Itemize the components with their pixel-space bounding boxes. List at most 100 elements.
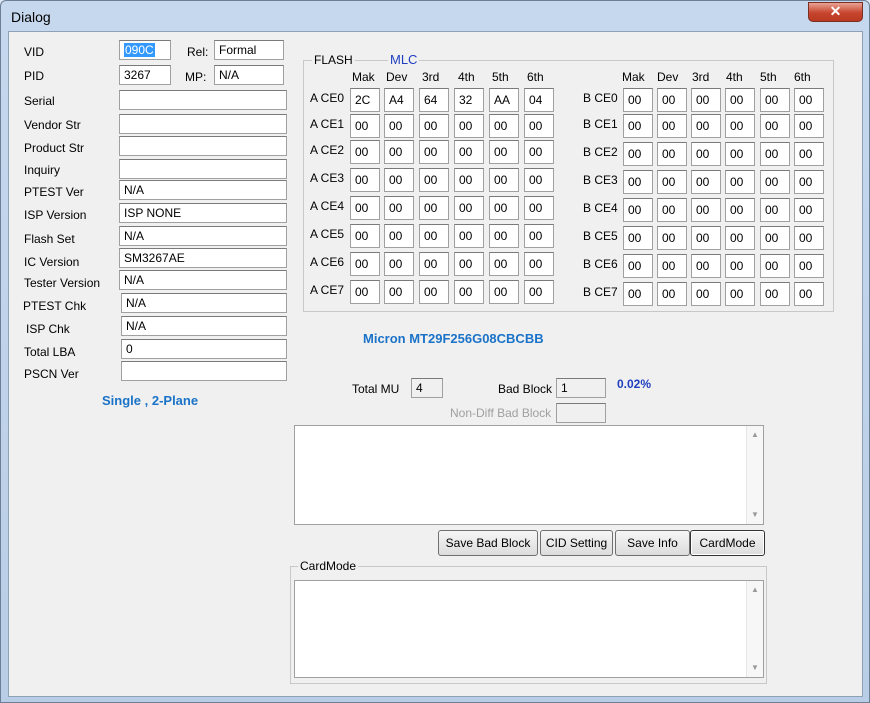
flash-id-cell[interactable]: 00 [657, 114, 687, 138]
flash-id-cell[interactable]: 00 [760, 282, 790, 306]
flash-id-cell[interactable]: 00 [419, 252, 449, 276]
flash-id-cell[interactable]: 00 [657, 198, 687, 222]
flash-id-cell[interactable]: 00 [384, 224, 414, 248]
flash-id-cell[interactable]: 00 [794, 114, 824, 138]
flash-id-cell[interactable]: 00 [691, 282, 721, 306]
log-textarea[interactable]: ▲ ▼ [294, 425, 764, 525]
flash-id-cell[interactable]: 00 [489, 114, 519, 138]
flash-id-cell[interactable]: 00 [524, 114, 554, 138]
flash-id-cell[interactable]: 00 [657, 88, 687, 112]
flash-id-cell[interactable]: 00 [524, 168, 554, 192]
flash-id-cell[interactable]: 00 [691, 254, 721, 278]
flash-id-cell[interactable]: A4 [384, 88, 414, 112]
flash-id-cell[interactable]: 2C [350, 88, 380, 112]
save-bad-block-button[interactable]: Save Bad Block [438, 530, 538, 556]
flash-id-cell[interactable]: 00 [657, 226, 687, 250]
flash-id-cell[interactable]: 00 [623, 198, 653, 222]
flash-id-cell[interactable]: 00 [623, 282, 653, 306]
flash-id-cell[interactable]: 00 [623, 142, 653, 166]
info-row-field[interactable]: N/A [119, 180, 287, 200]
flash-id-cell[interactable]: 00 [454, 140, 484, 164]
flash-id-cell[interactable]: 00 [725, 254, 755, 278]
flash-id-cell[interactable]: 00 [691, 142, 721, 166]
log-scrollbar[interactable]: ▲ ▼ [746, 426, 763, 524]
flash-id-cell[interactable]: 64 [419, 88, 449, 112]
info-row-field[interactable]: N/A [121, 293, 287, 313]
info-row-field[interactable] [119, 114, 287, 134]
flash-id-cell[interactable]: 00 [657, 142, 687, 166]
flash-id-cell[interactable]: 00 [691, 170, 721, 194]
flash-id-cell[interactable]: 00 [350, 224, 380, 248]
flash-id-cell[interactable]: 00 [760, 170, 790, 194]
flash-id-cell[interactable]: 00 [794, 282, 824, 306]
info-row-field[interactable]: N/A [119, 226, 287, 246]
flash-id-cell[interactable]: 00 [489, 168, 519, 192]
save-info-button[interactable]: Save Info [615, 530, 690, 556]
flash-id-cell[interactable]: 00 [725, 114, 755, 138]
info-row-field[interactable]: SM3267AE [119, 248, 287, 268]
info-row-field[interactable]: N/A [121, 316, 287, 336]
flash-id-cell[interactable]: 32 [454, 88, 484, 112]
flash-id-cell[interactable]: 00 [794, 198, 824, 222]
flash-id-cell[interactable]: 00 [350, 280, 380, 304]
info-row-field[interactable]: 0 [121, 339, 287, 359]
flash-id-cell[interactable]: 00 [794, 226, 824, 250]
scroll-up-icon[interactable]: ▲ [747, 428, 763, 442]
flash-id-cell[interactable]: 00 [384, 252, 414, 276]
flash-id-cell[interactable]: 00 [725, 282, 755, 306]
flash-id-cell[interactable]: 00 [350, 196, 380, 220]
info-row-field[interactable] [119, 159, 287, 179]
flash-id-cell[interactable]: 00 [657, 254, 687, 278]
flash-id-cell[interactable]: 00 [725, 198, 755, 222]
flash-id-cell[interactable]: 00 [419, 168, 449, 192]
flash-id-cell[interactable]: 00 [350, 168, 380, 192]
info-row-field[interactable] [119, 90, 287, 110]
mp-field[interactable]: N/A [214, 65, 284, 85]
flash-id-cell[interactable]: 00 [419, 280, 449, 304]
flash-id-cell[interactable]: 04 [524, 88, 554, 112]
pid-field[interactable]: 3267 [119, 65, 171, 85]
flash-id-cell[interactable]: 00 [623, 114, 653, 138]
flash-id-cell[interactable]: 00 [760, 88, 790, 112]
rel-field[interactable]: Formal [214, 40, 284, 60]
info-row-field[interactable] [119, 136, 287, 156]
flash-id-cell[interactable]: 00 [657, 282, 687, 306]
flash-id-cell[interactable]: 00 [725, 170, 755, 194]
info-row-field[interactable] [121, 361, 287, 381]
cardmode-scrollbar[interactable]: ▲ ▼ [746, 581, 763, 677]
flash-id-cell[interactable]: 00 [454, 168, 484, 192]
flash-id-cell[interactable]: 00 [794, 170, 824, 194]
flash-id-cell[interactable]: 00 [384, 168, 414, 192]
flash-id-cell[interactable]: 00 [691, 88, 721, 112]
flash-id-cell[interactable]: 00 [760, 142, 790, 166]
flash-id-cell[interactable]: 00 [350, 252, 380, 276]
flash-id-cell[interactable]: 00 [384, 280, 414, 304]
flash-id-cell[interactable]: 00 [794, 254, 824, 278]
scroll-down-icon[interactable]: ▼ [747, 508, 763, 522]
flash-id-cell[interactable]: 00 [489, 140, 519, 164]
card-mode-button[interactable]: CardMode [690, 530, 765, 556]
flash-id-cell[interactable]: 00 [454, 280, 484, 304]
flash-id-cell[interactable]: 00 [454, 196, 484, 220]
flash-id-cell[interactable]: 00 [384, 196, 414, 220]
flash-id-cell[interactable]: 00 [725, 226, 755, 250]
flash-id-cell[interactable]: 00 [350, 140, 380, 164]
flash-id-cell[interactable]: AA [489, 88, 519, 112]
flash-id-cell[interactable]: 00 [623, 254, 653, 278]
info-row-field[interactable]: ISP NONE [119, 203, 287, 223]
scroll-down-icon[interactable]: ▼ [747, 661, 763, 675]
flash-id-cell[interactable]: 00 [419, 140, 449, 164]
flash-id-cell[interactable]: 00 [489, 252, 519, 276]
flash-id-cell[interactable]: 00 [623, 170, 653, 194]
flash-id-cell[interactable]: 00 [623, 226, 653, 250]
flash-id-cell[interactable]: 00 [725, 88, 755, 112]
flash-id-cell[interactable]: 00 [489, 196, 519, 220]
flash-id-cell[interactable]: 00 [760, 198, 790, 222]
flash-id-cell[interactable]: 00 [725, 142, 755, 166]
cid-setting-button[interactable]: CID Setting [540, 530, 613, 556]
flash-id-cell[interactable]: 00 [454, 114, 484, 138]
flash-id-cell[interactable]: 00 [454, 224, 484, 248]
flash-id-cell[interactable]: 00 [524, 196, 554, 220]
flash-id-cell[interactable]: 00 [794, 88, 824, 112]
flash-id-cell[interactable]: 00 [489, 280, 519, 304]
